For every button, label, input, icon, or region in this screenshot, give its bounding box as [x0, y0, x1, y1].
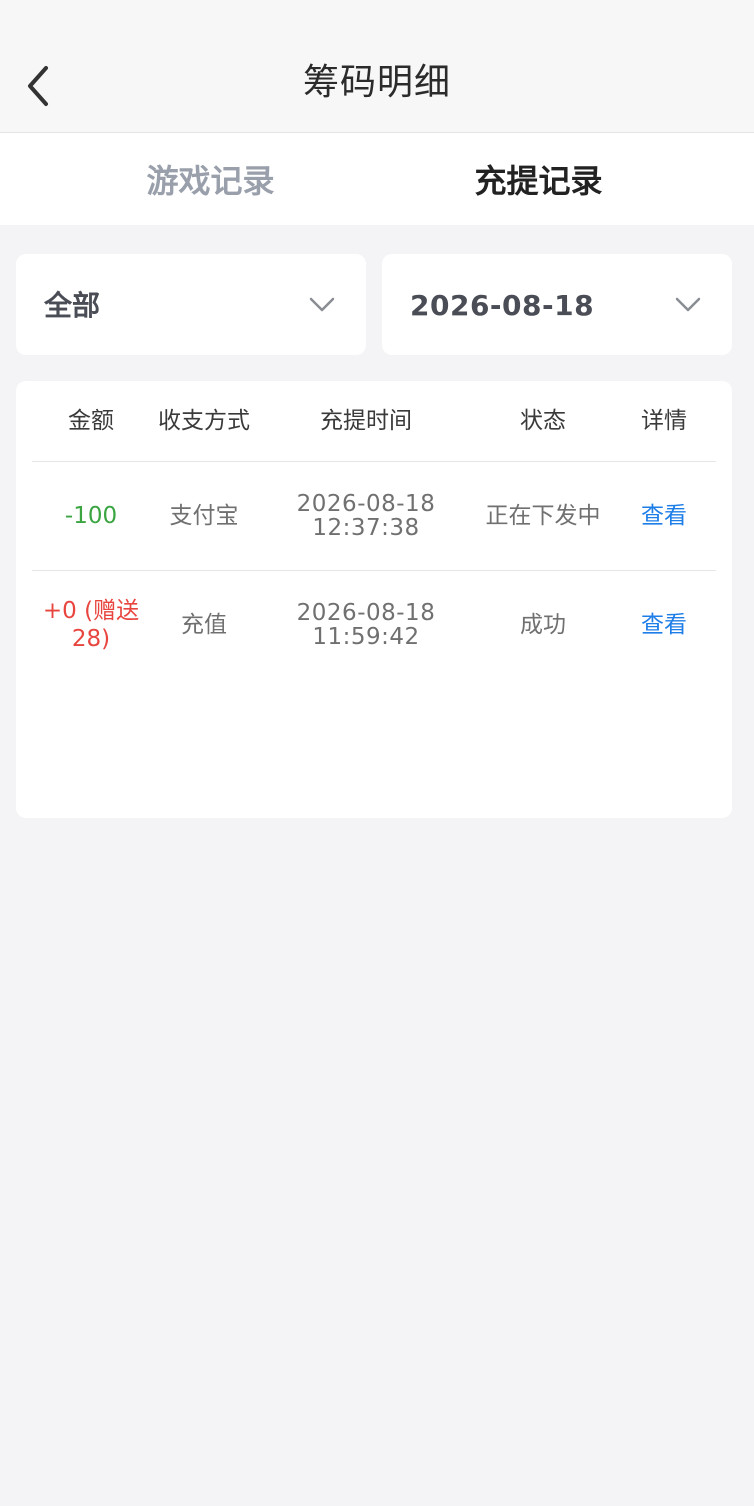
- records-table: 金额 收支方式 充提时间 状态 详情 -100 支付宝 2026-08-18 1…: [16, 381, 732, 818]
- table-row: -100 支付宝 2026-08-18 12:37:38 正在下发中 查看: [32, 462, 716, 571]
- type-filter-value: 全部: [44, 289, 101, 322]
- column-header-time: 充提时间: [320, 408, 412, 434]
- time-clock: 12:37:38: [312, 515, 420, 541]
- tab-game-records[interactable]: 游戏记录: [22, 133, 399, 225]
- tab-recharge-records[interactable]: 充提记录: [350, 133, 727, 225]
- amount-line-1: +0 (赠送: [42, 598, 140, 624]
- time-cell: 2026-08-18 12:37:38: [258, 462, 474, 570]
- date-filter-dropdown[interactable]: 2026-08-18: [382, 254, 732, 355]
- table-row: +0 (赠送 28) 充值 2026-08-18 11:59:42 成功 查看: [32, 571, 716, 679]
- tab-bar: 游戏记录 充提记录: [0, 133, 754, 225]
- page-title: 筹码明细: [302, 62, 451, 103]
- table-header: 金额 收支方式 充提时间 状态 详情: [32, 381, 716, 462]
- column-header-status: 状态: [520, 408, 566, 434]
- amount-cell: +0 (赠送 28): [32, 571, 150, 679]
- method-cell: 支付宝: [169, 503, 239, 529]
- amount-line-2: 28): [71, 626, 111, 652]
- column-header-amount: 金额: [68, 408, 114, 434]
- back-button[interactable]: [10, 58, 66, 114]
- status-bar: [0, 0, 754, 44]
- chevron-down-icon: [675, 297, 701, 312]
- view-detail-link[interactable]: 查看: [612, 571, 716, 679]
- amount-cell: -100: [64, 503, 118, 529]
- column-header-method: 收支方式: [158, 408, 250, 434]
- chevron-down-icon: [309, 297, 335, 312]
- chevron-left-icon: [28, 66, 48, 106]
- time-cell: 2026-08-18 11:59:42: [258, 571, 474, 679]
- method-cell: 充值: [181, 612, 227, 638]
- time-clock: 11:59:42: [312, 624, 420, 650]
- view-detail-link[interactable]: 查看: [612, 462, 716, 570]
- type-filter-dropdown[interactable]: 全部: [16, 254, 366, 355]
- column-header-detail: 详情: [641, 408, 687, 434]
- status-cell: 正在下发中: [485, 503, 601, 529]
- time-date: 2026-08-18: [296, 600, 436, 626]
- status-cell: 成功: [520, 612, 566, 638]
- header: 筹码明细: [0, 44, 754, 133]
- time-date: 2026-08-18: [296, 491, 436, 517]
- date-filter-value: 2026-08-18: [410, 289, 595, 322]
